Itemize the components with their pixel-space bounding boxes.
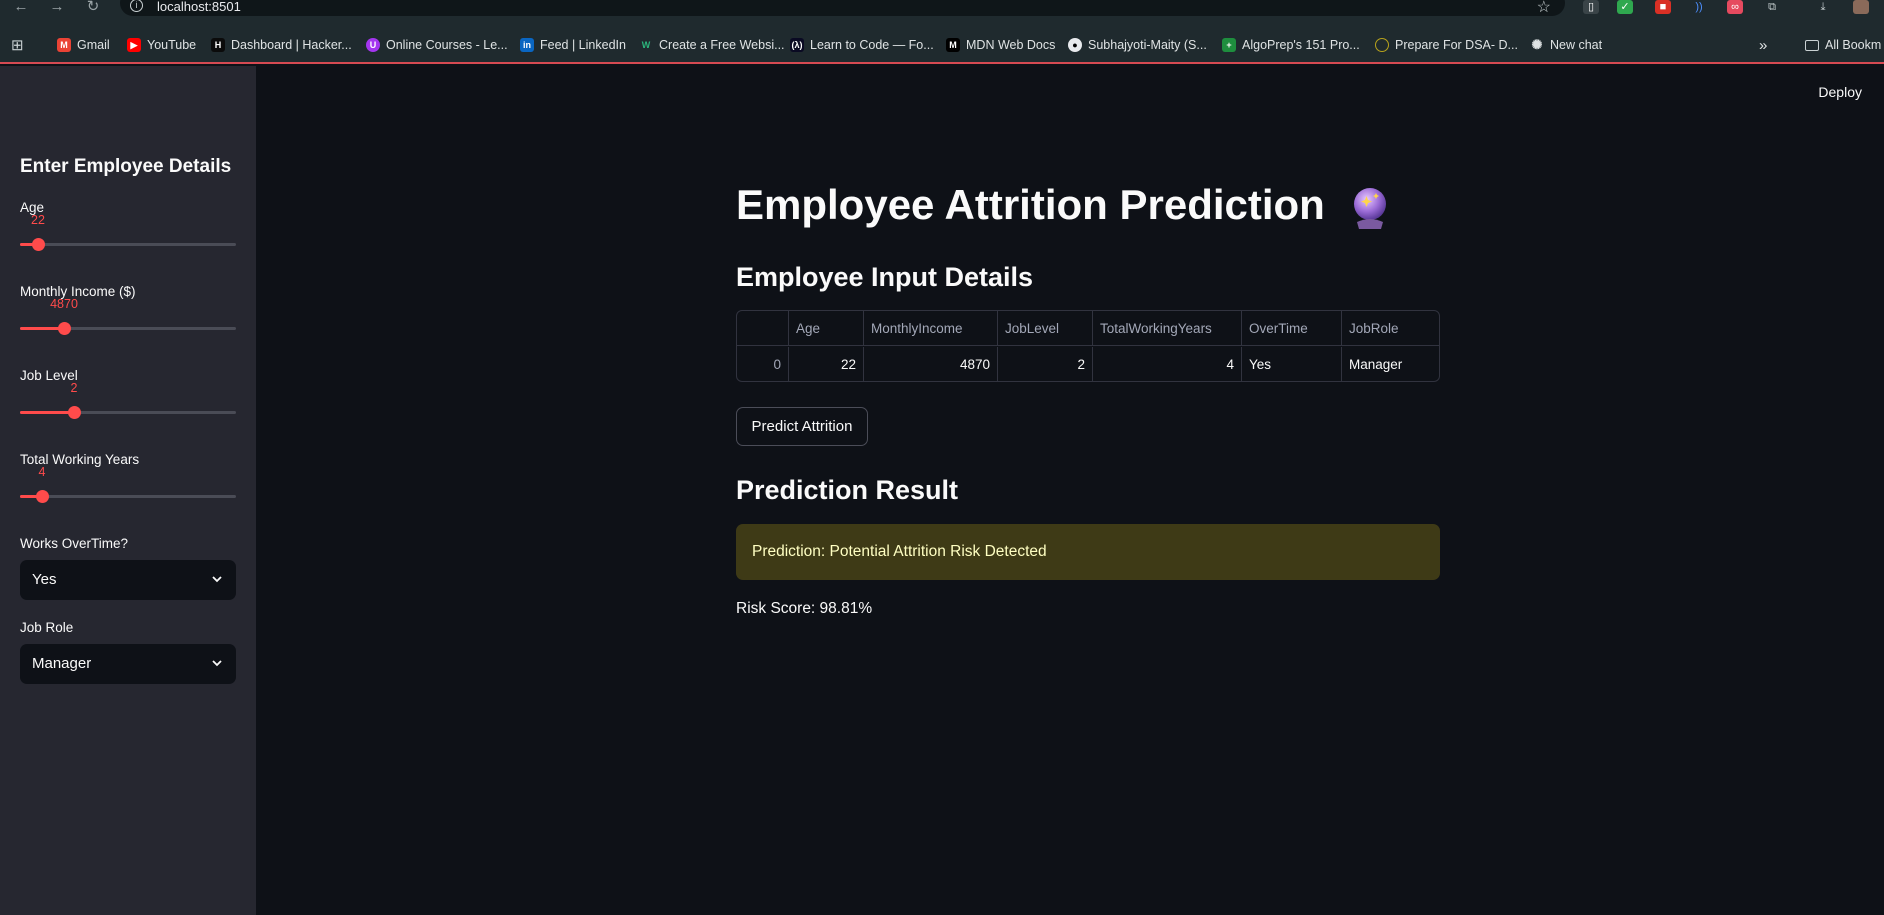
table-header-cell[interactable]: JobLevel <box>998 311 1093 346</box>
page-title-text: Employee Attrition Prediction <box>736 181 1325 228</box>
browser-toolbar: ← → ↻ i localhost:8501 ☆ ▯ ✓ ■ )) ∞ ⧉ ⤓ <box>0 0 1884 26</box>
job-role-select[interactable]: Manager <box>20 644 236 684</box>
address-bar[interactable]: i localhost:8501 ☆ <box>120 0 1565 16</box>
bookmark-youtube[interactable]: ▶ YouTube <box>127 35 196 55</box>
wix-icon: W <box>639 38 653 52</box>
sheets-icon: + <box>1222 38 1236 52</box>
more-bookmarks-icon[interactable]: » <box>1759 35 1767 55</box>
bookmark-new-chat[interactable]: ✺ New chat <box>1530 35 1603 55</box>
predict-attrition-button[interactable]: Predict Attrition <box>736 407 868 446</box>
prediction-alert-text: Prediction: Potential Attrition Risk Det… <box>752 543 1047 560</box>
apps-grid-icon[interactable]: ⊞ <box>11 35 24 55</box>
table-cell: Yes <box>1242 347 1342 381</box>
table-cell: 4870 <box>864 347 998 381</box>
gmail-icon: M <box>57 38 71 52</box>
table-row: 0 22 4870 2 4 Yes Manager <box>737 347 1439 381</box>
slider-thumb[interactable] <box>36 490 49 503</box>
forward-icon[interactable]: → <box>48 0 66 14</box>
slider-thumb[interactable] <box>68 406 81 419</box>
extensions-puzzle-icon[interactable]: ⧉ <box>1764 0 1780 14</box>
download-icon[interactable]: ⤓ <box>1815 0 1831 14</box>
slider-value: 4870 <box>50 297 78 311</box>
bookmark-freecodecamp[interactable]: (λ) Learn to Code — Fo... <box>790 35 934 55</box>
risk-score: Risk Score: 98.81% <box>736 600 873 617</box>
url-text: localhost:8501 <box>157 0 241 14</box>
overtime-value: Yes <box>32 571 57 588</box>
reload-icon[interactable]: ↻ <box>84 0 102 14</box>
bookmarks-bar: ⊞ M Gmail ▶ YouTube H Dashboard | Hacker...… <box>0 26 1884 64</box>
prediction-result-heading: Prediction Result <box>736 475 959 505</box>
job-role-value: Manager <box>32 655 92 672</box>
input-details-heading: Employee Input Details <box>736 262 1034 292</box>
bookmark-online-courses[interactable]: U Online Courses - Le... <box>366 35 508 55</box>
crystal-ball-icon <box>1351 186 1389 230</box>
wave-extension-icon[interactable]: )) <box>1691 0 1707 14</box>
profile-avatar[interactable] <box>1853 0 1869 14</box>
bookmark-website-builder[interactable]: W Create a Free Websi... <box>639 35 785 55</box>
slider-thumb[interactable] <box>32 238 45 251</box>
job-level-slider[interactable]: 2 <box>20 381 236 422</box>
slider-thumb[interactable] <box>58 322 71 335</box>
working-years-slider[interactable]: 4 <box>20 465 236 506</box>
udemy-icon: U <box>366 38 380 52</box>
all-bookmarks-folder[interactable]: All Bookm <box>1805 35 1881 55</box>
table-header-row: Age MonthlyIncome JobLevel TotalWorkingY… <box>737 311 1439 346</box>
table-header-cell[interactable]: JobRole <box>1342 311 1439 346</box>
slider-track <box>20 243 236 246</box>
slider-track <box>20 495 236 498</box>
hackerrank-icon: H <box>211 38 225 52</box>
sidebar: Enter Employee Details Age 22 Monthly In… <box>0 66 256 915</box>
shield-extension-icon[interactable]: ✓ <box>1617 0 1633 14</box>
bookmark-dsa[interactable]: Prepare For DSA- D... <box>1375 35 1518 55</box>
youtube-icon: ▶ <box>127 38 141 52</box>
mdn-icon: M <box>946 38 960 52</box>
table-cell: 2 <box>998 347 1093 381</box>
slider-value: 4 <box>38 465 46 479</box>
table-cell: 22 <box>789 347 864 381</box>
table-header-cell <box>737 311 789 346</box>
job-role-label: Job Role <box>20 620 74 635</box>
overtime-label: Works OverTime? <box>20 536 129 551</box>
table-cell-index: 0 <box>737 347 789 381</box>
chevron-down-icon <box>212 660 222 667</box>
sidebar-title: Enter Employee Details <box>20 156 232 177</box>
table-header-cell[interactable]: MonthlyIncome <box>864 311 998 346</box>
job-level-label: Job Level <box>20 368 78 383</box>
bookmark-linkedin[interactable]: in Feed | LinkedIn <box>520 35 626 55</box>
linkedin-icon: in <box>520 38 534 52</box>
chevron-down-icon <box>212 576 222 583</box>
back-icon[interactable]: ← <box>12 0 30 14</box>
deploy-button[interactable]: Deploy <box>1818 84 1862 100</box>
dsa-icon <box>1375 38 1389 52</box>
bookmark-star-icon[interactable]: ☆ <box>1537 0 1551 17</box>
table-header-cell[interactable]: Age <box>789 311 864 346</box>
infinity-extension-icon[interactable]: ∞ <box>1727 0 1743 14</box>
slider-value: 2 <box>70 381 78 395</box>
bookmark-algoprep[interactable]: + AlgoPrep's 151 Pro... <box>1222 35 1360 55</box>
mouse-extension-icon[interactable]: ▯ <box>1583 0 1599 14</box>
bookmark-mdn[interactable]: M MDN Web Docs <box>946 35 1055 55</box>
folder-icon <box>1805 39 1819 51</box>
table-header-cell[interactable]: TotalWorkingYears <box>1093 311 1242 346</box>
slider-fill <box>20 411 74 414</box>
prediction-alert: Prediction: Potential Attrition Risk Det… <box>736 524 1440 580</box>
input-table: Age MonthlyIncome JobLevel TotalWorkingY… <box>736 310 1440 382</box>
freecodecamp-icon: (λ) <box>790 38 804 52</box>
record-extension-icon[interactable]: ■ <box>1655 0 1671 14</box>
overtime-select[interactable]: Yes <box>20 560 236 600</box>
chatgpt-icon: ✺ <box>1531 37 1543 52</box>
slider-value: 22 <box>31 213 45 227</box>
page-title: Employee Attrition Prediction <box>736 181 1389 230</box>
table-header-cell[interactable]: OverTime <box>1242 311 1342 346</box>
github-icon: ● <box>1068 38 1082 52</box>
table-cell: Manager <box>1349 357 1403 372</box>
table-cell: 4 <box>1093 347 1242 381</box>
site-info-icon[interactable]: i <box>130 0 143 12</box>
bookmark-github[interactable]: ● Subhajyoti-Maity (S... <box>1068 35 1207 55</box>
bookmark-hackerrank[interactable]: H Dashboard | Hacker... <box>211 35 352 55</box>
bookmark-gmail[interactable]: M Gmail <box>57 35 110 55</box>
age-slider[interactable]: 22 <box>20 213 236 254</box>
income-slider[interactable]: 4870 <box>20 297 236 338</box>
